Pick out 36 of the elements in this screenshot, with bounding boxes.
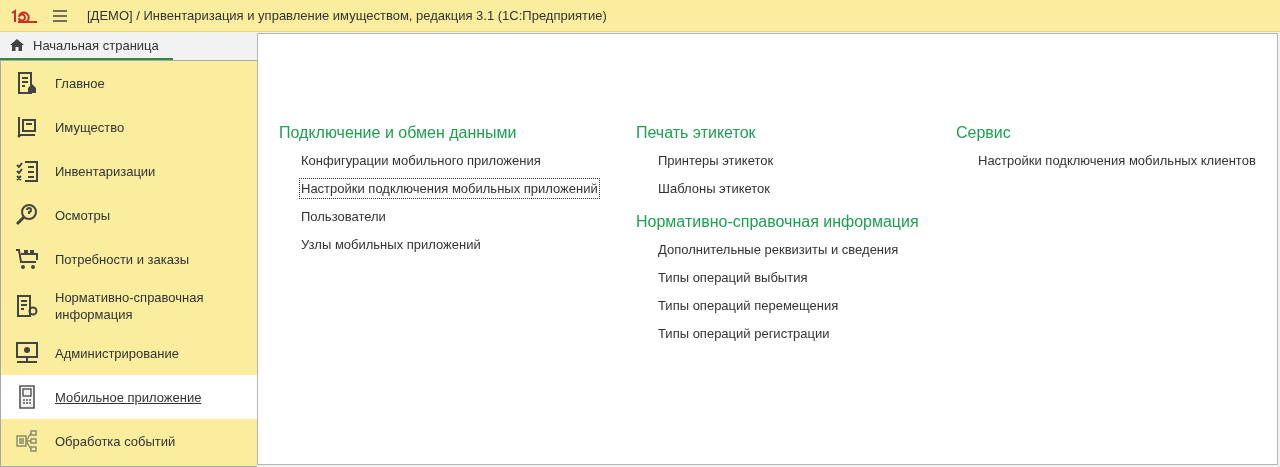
- section-title: Нормативно-справочная информация: [636, 213, 920, 231]
- checklist-icon: [15, 159, 39, 183]
- link[interactable]: Настройки подключения мобильных приложений: [299, 178, 600, 199]
- sidebar-item[interactable]: Потребности и заказы: [1, 237, 257, 281]
- link[interactable]: Типы операций выбытия: [656, 267, 810, 288]
- section-title: Сервис: [956, 124, 1012, 142]
- cart-icon: [15, 115, 39, 139]
- flow-diagram-icon: [15, 429, 39, 453]
- link[interactable]: Типы операций регистрации: [656, 323, 832, 344]
- link[interactable]: Узлы мобильных приложений: [299, 234, 483, 255]
- link[interactable]: Типы операций перемещения: [656, 295, 841, 316]
- sidebar-item[interactable]: Осмотры: [1, 193, 257, 237]
- sidebar-item[interactable]: Инвентаризации: [1, 149, 257, 193]
- link[interactable]: Пользователи: [299, 206, 388, 227]
- sidebar-item[interactable]: Главное: [1, 61, 257, 105]
- basket-icon: [15, 247, 39, 271]
- document-icon: [15, 71, 39, 95]
- menu-icon[interactable]: [53, 9, 67, 22]
- link[interactable]: Принтеры этикеток: [656, 150, 776, 171]
- magnifier-icon: [15, 203, 39, 227]
- sidebar-item[interactable]: Обработка событий: [1, 419, 257, 463]
- sidebar-item[interactable]: Имущество: [1, 105, 257, 149]
- sidebar-item[interactable]: Нормативно-справочная информация: [1, 281, 257, 331]
- window-title: [ДЕМО] / Инвентаризация и управление имуществом, редакция 3.1 (1С:Предприятие): [87, 8, 607, 23]
- section-title: Печать этикеток: [636, 124, 757, 142]
- section-title: Подключение и обмен данными: [279, 124, 518, 142]
- link[interactable]: Дополнительные реквизиты и сведения: [656, 239, 901, 260]
- monitor-icon: [15, 341, 39, 365]
- document-gear-icon: [15, 294, 39, 318]
- sidebar-item[interactable]: Администрирование: [1, 331, 257, 375]
- logo-icon: [10, 8, 38, 23]
- link[interactable]: Настройки подключения мобильных клиентов: [976, 150, 1258, 171]
- link[interactable]: Конфигурации мобильного приложения: [299, 150, 543, 171]
- link[interactable]: Шаблоны этикеток: [656, 178, 773, 199]
- home-icon: [10, 39, 24, 51]
- sidebar-item[interactable]: Мобильное приложение: [1, 375, 257, 419]
